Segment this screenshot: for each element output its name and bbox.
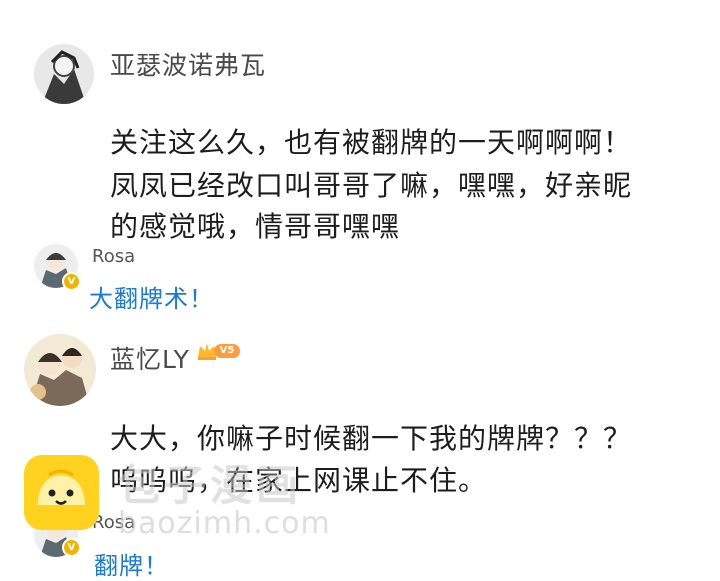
commenter-avatar[interactable] xyxy=(34,44,94,104)
baozi-logo-icon xyxy=(24,455,99,530)
commenter-avatar[interactable] xyxy=(24,334,96,406)
comment-line: 关注这么久，也有被翻牌的一天啊啊啊！ xyxy=(110,126,633,159)
commenter-name[interactable]: 蓝忆LY xyxy=(110,340,190,376)
watermark-name: 包子漫画 xyxy=(118,461,303,510)
reply-text: 大翻牌术！ xyxy=(89,285,214,313)
reply-text: 翻牌！ xyxy=(94,552,169,580)
reply-username[interactable]: Rosa xyxy=(92,246,135,267)
verified-badge-icon: V xyxy=(62,272,81,291)
watermark-url: baozimh.com xyxy=(118,506,331,541)
vip-crown-icon: V5 xyxy=(196,340,242,364)
verified-badge-icon: V xyxy=(62,538,81,557)
vip-level-badge: V5 xyxy=(214,344,240,358)
comment-line: 凤凤已经改口叫哥哥了嘛，嘿嘿，好亲昵 xyxy=(110,169,633,202)
comment-line: 的感觉哦，情哥哥嘿嘿 xyxy=(110,210,401,243)
commenter-name[interactable]: 亚瑟波诺弗瓦 xyxy=(110,46,266,82)
